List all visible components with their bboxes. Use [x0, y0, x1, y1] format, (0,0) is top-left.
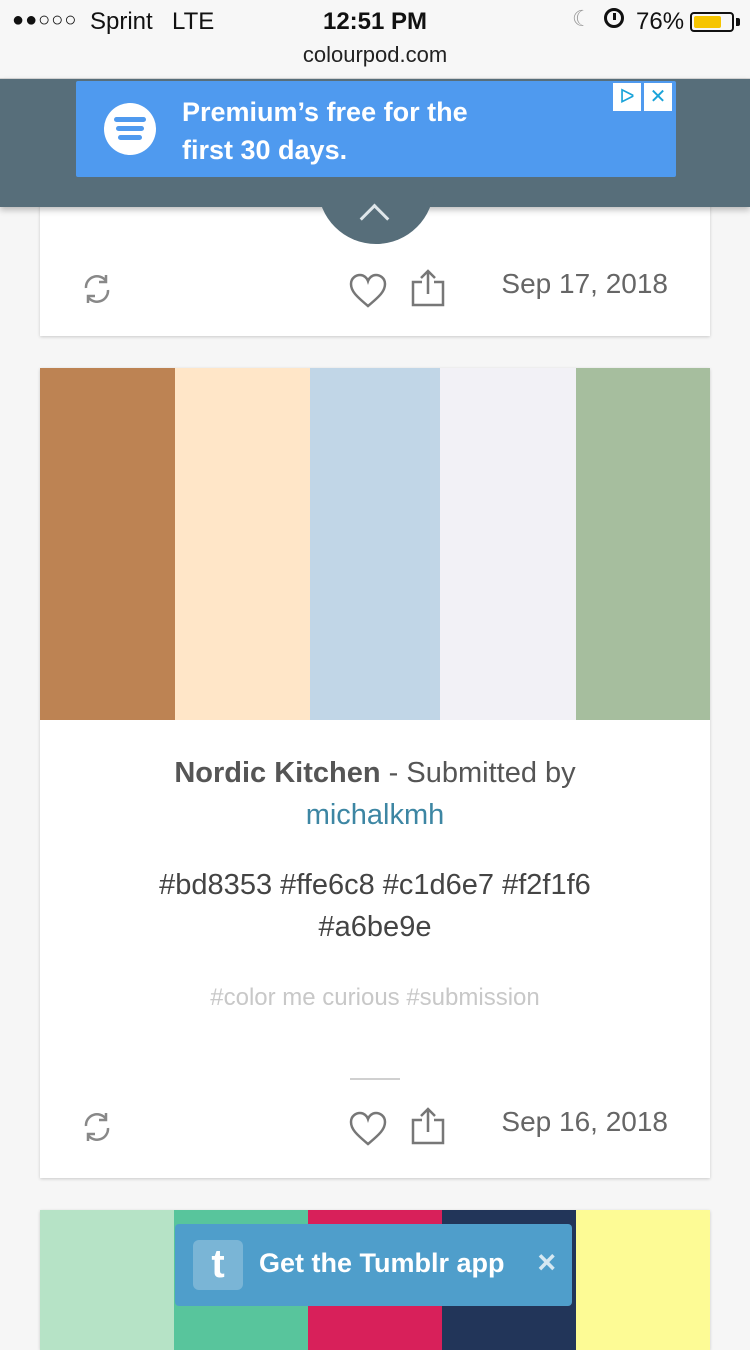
- color-swatch: [40, 1210, 174, 1350]
- battery-icon: [690, 12, 734, 32]
- divider: [350, 1078, 400, 1080]
- ad-close-icon[interactable]: ✕: [644, 83, 672, 111]
- reblog-icon[interactable]: [80, 1110, 114, 1144]
- spotify-logo-icon: [104, 103, 156, 155]
- share-icon[interactable]: [410, 1106, 446, 1146]
- caption-separator: -: [380, 757, 407, 789]
- color-swatch: [40, 368, 175, 720]
- post-actions: Sep 17, 2018: [40, 260, 710, 320]
- share-icon[interactable]: [410, 268, 446, 308]
- do-not-disturb-icon: ☾: [572, 6, 592, 31]
- color-swatch: [576, 368, 710, 720]
- color-swatch: [175, 368, 310, 720]
- post-date: Sep 17, 2018: [501, 268, 668, 299]
- palette-title: Nordic Kitchen: [174, 757, 381, 789]
- tumblr-logo-icon: t: [193, 1240, 243, 1290]
- alarm-icon: [604, 8, 624, 28]
- submitted-by-label: Submitted by: [406, 757, 576, 789]
- post-tags[interactable]: #color me curious #submission: [80, 984, 670, 1012]
- spotify-ad[interactable]: Premium’s free for the first 30 days. ᐅ …: [76, 81, 676, 177]
- status-row: ●●○○○ Sprint LTE 12:51 PM ☾ 76%: [0, 6, 750, 38]
- post-date: Sep 16, 2018: [501, 1106, 668, 1137]
- post-card: Nordic Kitchen - Submitted by michalkmh …: [40, 368, 710, 1178]
- post-actions: Sep 16, 2018: [40, 1098, 710, 1158]
- reblog-icon[interactable]: [80, 272, 114, 306]
- get-tumblr-app-label: Get the Tumblr app: [259, 1248, 505, 1278]
- hex-codes-line: #a6be9e: [318, 911, 432, 943]
- color-swatch: [310, 368, 440, 720]
- post-caption: Nordic Kitchen - Submitted by michalkmh: [80, 752, 670, 836]
- color-swatch: [440, 368, 576, 720]
- color-swatch: [576, 1210, 710, 1350]
- status-bar: ●●○○○ Sprint LTE 12:51 PM ☾ 76% colourpo…: [0, 0, 750, 79]
- like-heart-icon[interactable]: [348, 1110, 388, 1148]
- adchoices-icon[interactable]: ᐅ: [613, 83, 641, 111]
- hex-codes: #bd8353 #ffe6c8 #c1d6e7 #f2f1f6 #a6be9e: [110, 864, 640, 948]
- hex-codes-line: #bd8353 #ffe6c8 #c1d6e7 #f2f1f6: [159, 869, 591, 901]
- battery-tip: [736, 18, 740, 26]
- battery-percentage: 76%: [636, 8, 685, 35]
- submitter-link[interactable]: michalkmh: [80, 794, 670, 836]
- address-bar-url[interactable]: colourpod.com: [0, 42, 750, 68]
- like-heart-icon[interactable]: [348, 272, 388, 310]
- close-icon[interactable]: ×: [537, 1244, 556, 1281]
- get-tumblr-app-banner[interactable]: t Get the Tumblr app ×: [175, 1224, 572, 1306]
- battery-level: [694, 16, 722, 28]
- color-palette[interactable]: [40, 368, 710, 720]
- ad-headline: Premium’s free for the first 30 days.: [182, 97, 468, 165]
